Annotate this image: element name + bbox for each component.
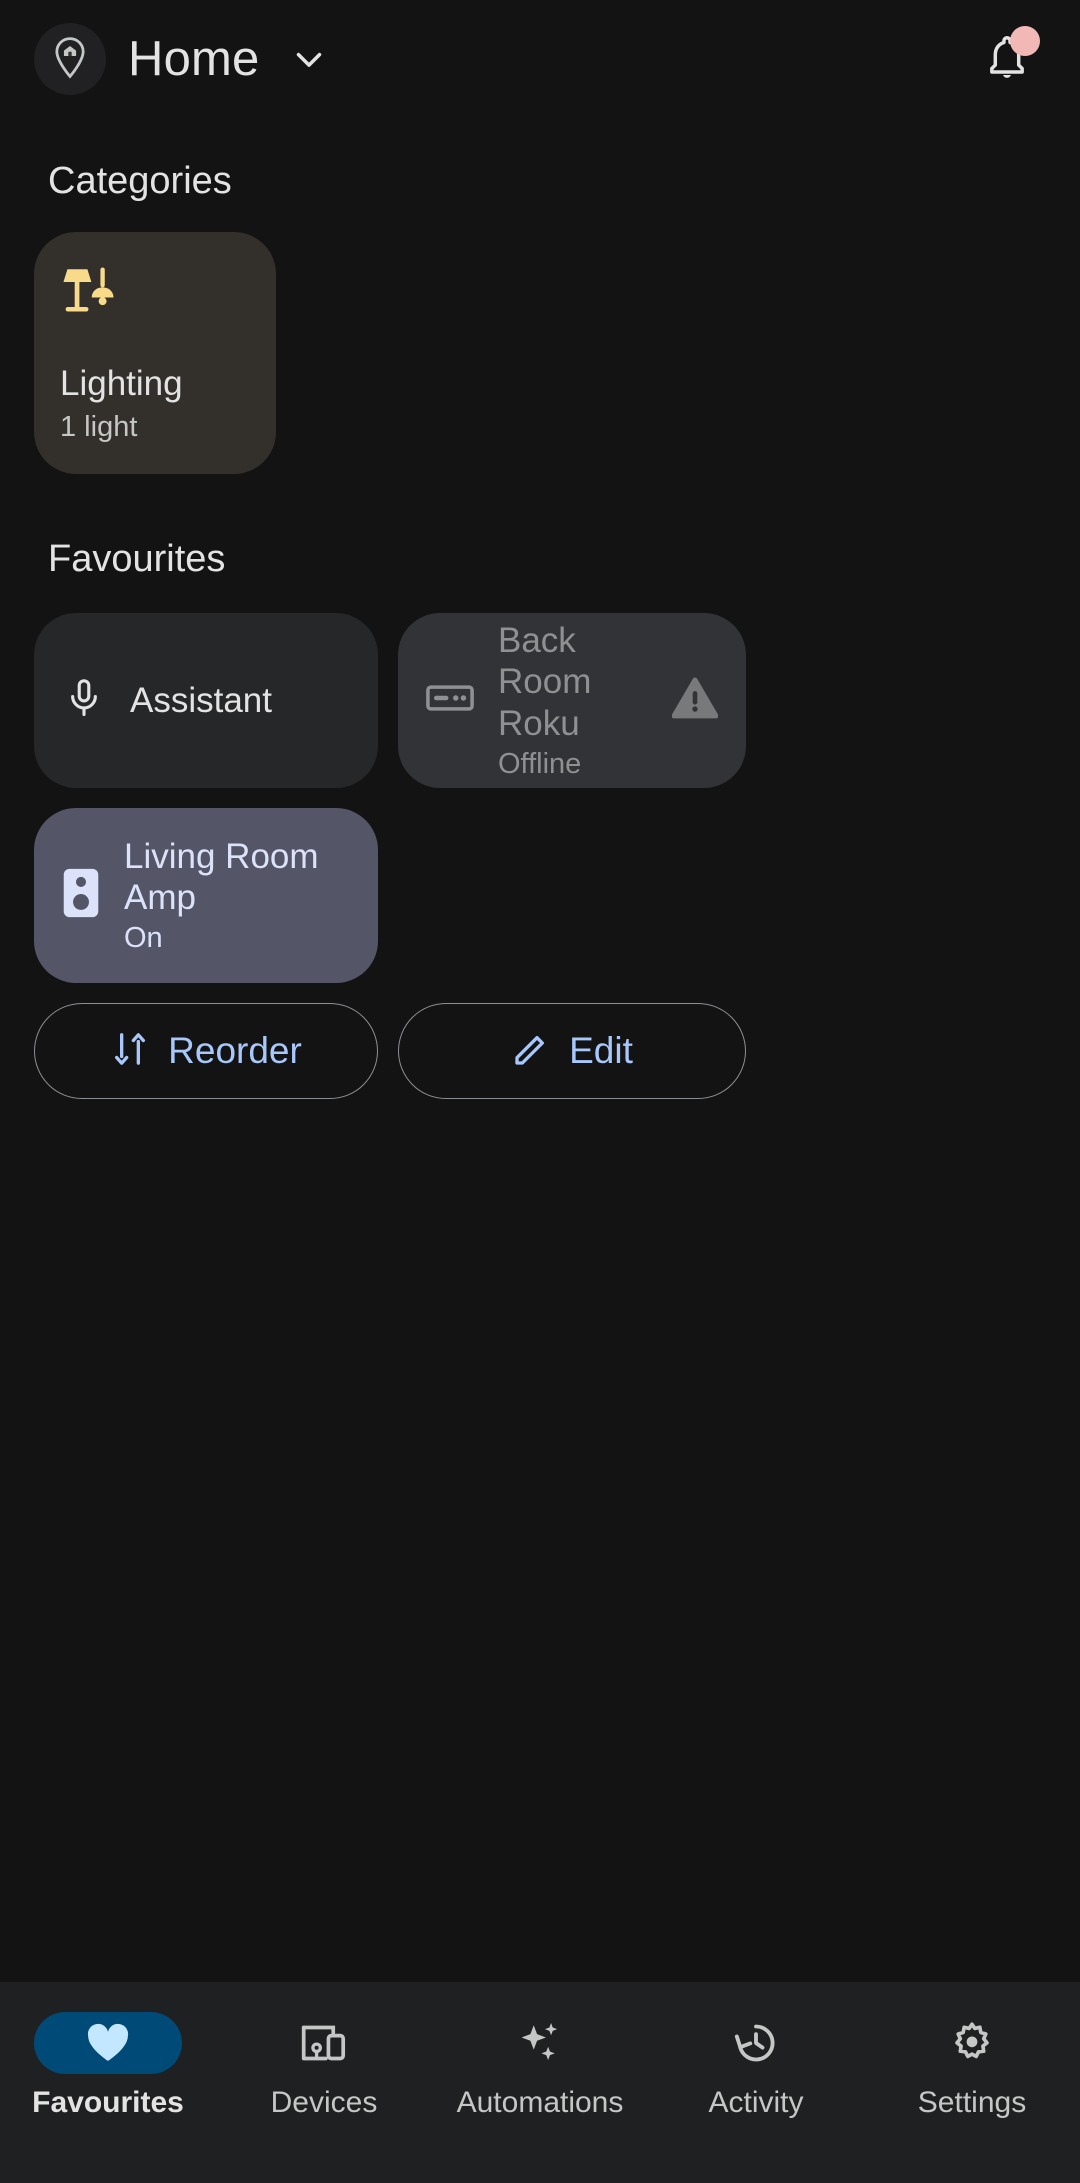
- app-screen: Home Categories Lighting 1 light Favouri…: [0, 0, 1080, 2183]
- nav-label: Settings: [917, 2086, 1027, 2119]
- set-top-box-icon: [426, 681, 474, 720]
- nav-item-settings[interactable]: Settings: [864, 2012, 1080, 2120]
- nav-item-favourites[interactable]: Favourites: [0, 2012, 216, 2120]
- favourite-name: Back Room Roku: [498, 621, 592, 743]
- favourite-card-back-room-roku[interactable]: Back Room Roku Offline: [398, 613, 746, 788]
- reorder-icon: [110, 1029, 150, 1074]
- heart-icon: [34, 2012, 182, 2074]
- speaker-icon: [62, 867, 100, 924]
- microphone-icon: [62, 676, 106, 725]
- app-header: Home: [0, 0, 1080, 118]
- devices-icon: [250, 2012, 398, 2074]
- notifications-button[interactable]: [968, 20, 1046, 98]
- nav-item-devices[interactable]: Devices: [216, 2012, 432, 2120]
- home-selector[interactable]: Home: [34, 23, 330, 95]
- favourite-name: Assistant: [130, 680, 272, 720]
- pencil-icon: [511, 1029, 551, 1074]
- nav-label: Devices: [270, 2086, 378, 2119]
- category-card-lighting[interactable]: Lighting 1 light: [34, 232, 276, 474]
- nav-item-activity[interactable]: Activity: [648, 2012, 864, 2120]
- nav-label: Automations: [456, 2086, 624, 2119]
- favourite-card-assistant[interactable]: Assistant: [34, 613, 378, 788]
- gear-icon: [898, 2012, 1046, 2074]
- favourite-state: On: [124, 922, 163, 955]
- nav-item-automations[interactable]: Automations: [432, 2012, 648, 2120]
- category-name: Lighting: [60, 363, 183, 403]
- page-title: Home: [128, 32, 260, 86]
- notification-badge: [1010, 26, 1040, 56]
- categories-heading: Categories: [48, 160, 232, 202]
- chevron-down-icon[interactable]: [288, 38, 330, 80]
- sparkle-icon: [466, 2012, 614, 2074]
- favourites-heading: Favourites: [48, 538, 226, 580]
- favourite-name: Living Room Amp: [124, 836, 319, 917]
- history-icon: [682, 2012, 830, 2074]
- warning-icon: [671, 677, 719, 724]
- nav-label: Favourites: [32, 2086, 184, 2119]
- nav-label: Activity: [708, 2086, 804, 2119]
- bottom-navigation: Favourites Devices Automations Activity …: [0, 1982, 1080, 2183]
- reorder-label: Reorder: [168, 1030, 302, 1071]
- edit-label: Edit: [569, 1030, 633, 1071]
- favourite-card-living-room-amp[interactable]: Living Room Amp On: [34, 808, 378, 983]
- reorder-button[interactable]: Reorder: [34, 1003, 378, 1099]
- lamp-icon: [60, 262, 250, 325]
- edit-button[interactable]: Edit: [398, 1003, 746, 1099]
- category-subtitle: 1 light: [60, 411, 138, 443]
- home-pin-icon: [34, 23, 106, 95]
- favourite-state: Offline: [498, 747, 582, 780]
